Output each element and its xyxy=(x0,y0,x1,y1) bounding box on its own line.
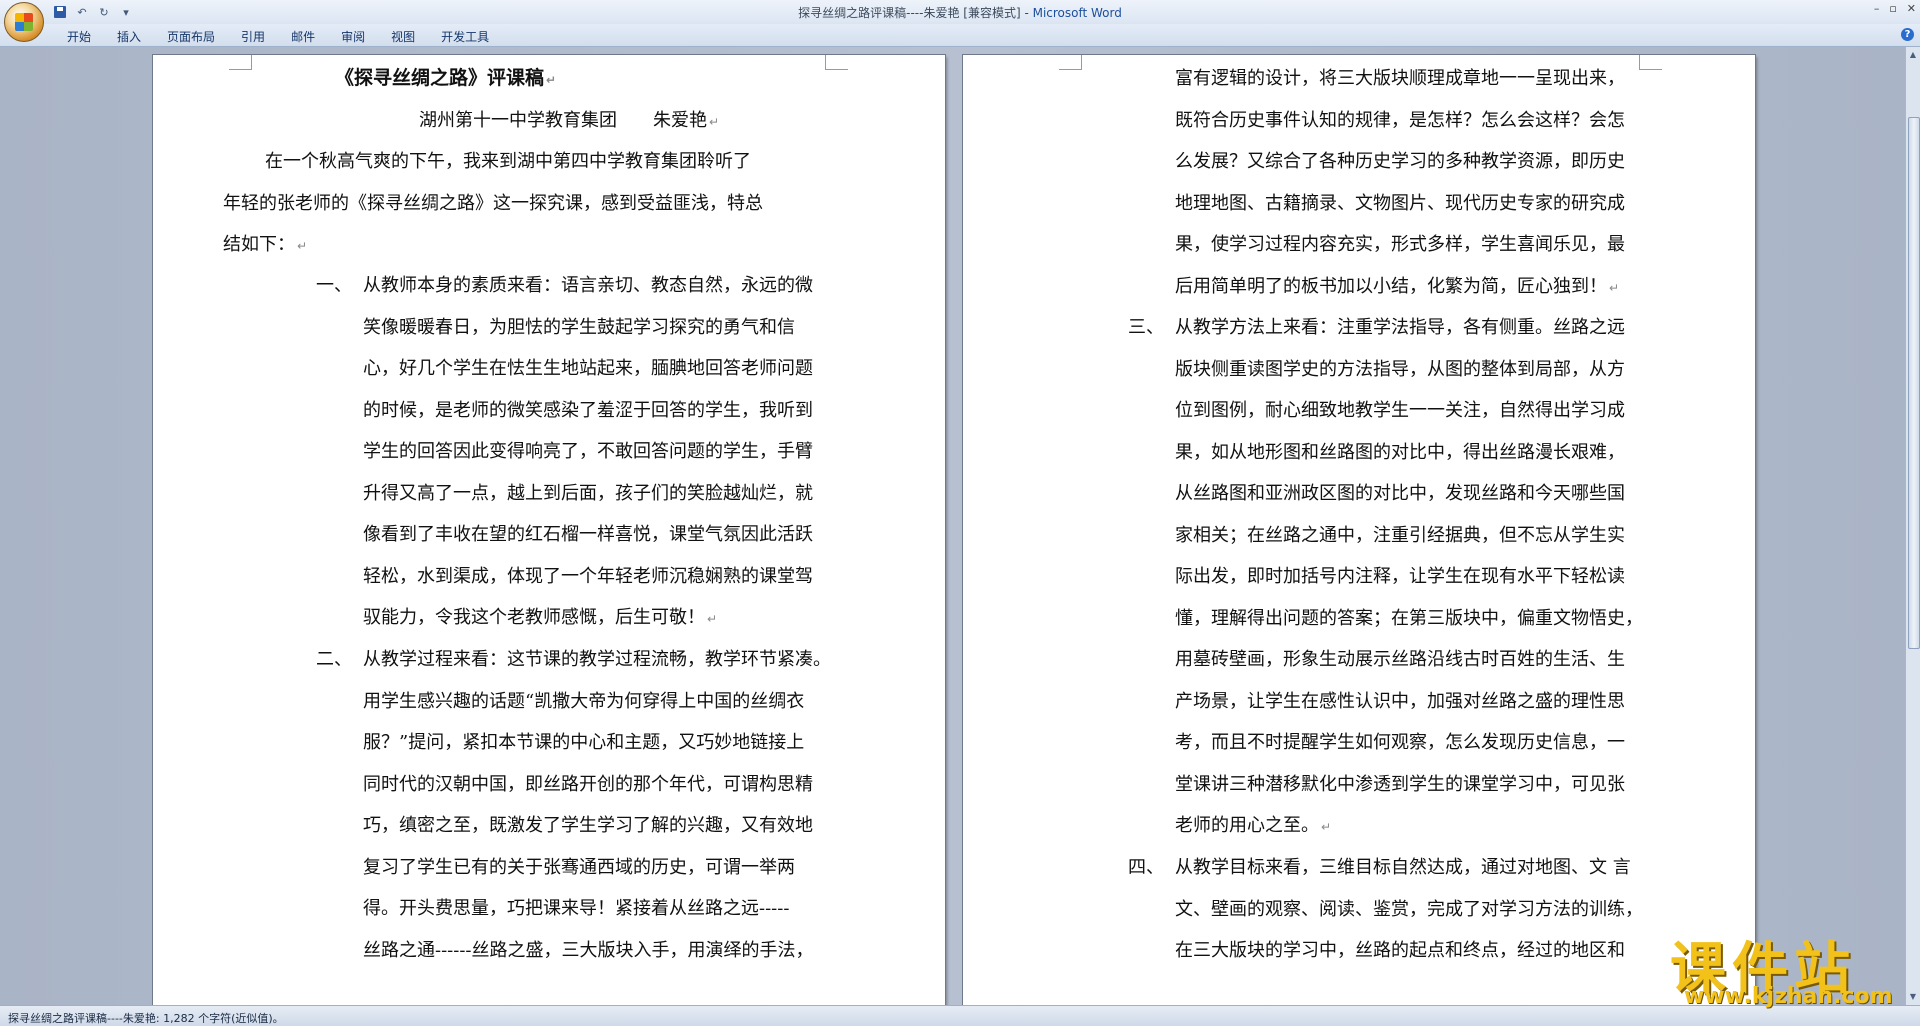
watermark-url: www.kjzhan.com xyxy=(1684,984,1893,1009)
text-line: 果，如从地形图和丝路图的对比中，得出丝路漫长艰难， xyxy=(1175,441,1625,463)
text-line: 堂课讲三种潜移默化中渗透到学生的课堂学习中，可见张 xyxy=(1175,773,1625,795)
document-title: 探寻丝绸之路评课稿----朱爱艳 [兼容模式] - xyxy=(798,6,1033,20)
window-title: 探寻丝绸之路评课稿----朱爱艳 [兼容模式] - Microsoft Word xyxy=(0,4,1920,21)
margin-corner-mark xyxy=(1059,55,1082,70)
status-word-count[interactable]: 探寻丝绸之路评课稿----朱爱艳: 1,282 个字符(近似值)。 xyxy=(8,1010,284,1026)
text-line: 富有逻辑的设计，将三大版块顺理成章地一一呈现出来， xyxy=(1175,68,1625,89)
vertical-scrollbar[interactable]: ▲ ▼ xyxy=(1905,47,1920,1005)
site-watermark: 课件站 www.kjzhan.com xyxy=(1670,924,1900,1009)
text-line: 同时代的汉朝中国，即丝路开创的那个年代，可谓构思精 xyxy=(363,773,813,795)
restore-button[interactable]: ▫ xyxy=(1889,2,1896,15)
text-line: 从教学目标来看，三维目标自然达成，通过对地图、文 言 xyxy=(1175,857,1631,878)
minimize-button[interactable]: – xyxy=(1874,2,1880,15)
text-line: 从教学过程来看：这节课的教学过程流畅，教学环节紧凑。 xyxy=(363,649,831,670)
page-left[interactable]: 《探寻丝绸之路》评课稿 ↵ 湖州第十一中学教育集团 朱爱艳 ↵ 在一个秋高气爽的下午… xyxy=(153,55,945,1005)
text-line: 用墓砖壁画，形象生动展示丝路沿线古时百姓的生活、生 xyxy=(1175,649,1625,670)
tab-review[interactable]: 审阅 xyxy=(328,28,378,45)
text-line: 懂，理解得出问题的答案；在第三版块中，偏重文物悟史， xyxy=(1175,607,1643,629)
text-line: 从丝路图和亚洲政区图的对比中，发现丝路和今天哪些国 xyxy=(1175,483,1625,504)
window-controls: – ▫ ✕ xyxy=(1874,2,1916,15)
ribbon-tab-bar: 开始 插入 页面布局 引用 邮件 审阅 视图 开发工具 ? xyxy=(0,24,1920,47)
list-number: 二、 xyxy=(316,649,352,670)
text-line: 丝路之通------丝路之盛，三大版块入手，用演绎的手法， xyxy=(363,939,814,961)
text-line: 从教学方法上来看：注重学法指导，各有侧重。丝路之远 xyxy=(1175,317,1625,338)
text-line: 像看到了丰收在望的红石榴一样喜悦，课堂气氛因此活跃 xyxy=(363,524,813,545)
help-button[interactable]: ? xyxy=(1901,28,1914,41)
text-line: 果，使学习过程内容充实，形式多样，学生喜闻乐见，最 xyxy=(1175,234,1625,255)
text-line: 服？”提问，紧扣本节课的中心和主题，又巧妙地链接上 xyxy=(363,732,805,753)
scroll-thumb[interactable] xyxy=(1908,117,1920,649)
text-line: 的时候，是老师的微笑感染了羞涩于回答的学生，我听到 xyxy=(363,399,813,421)
office-button[interactable] xyxy=(4,2,44,42)
text-line: 家相关；在丝路之通中，注重引经据典，但不忘从学生实 xyxy=(1175,524,1625,546)
office-logo-icon xyxy=(15,13,33,31)
text-line: 产场景，让学生在感性认识中，加强对丝路之盛的理性思 xyxy=(1175,690,1625,712)
text-line: 升得又高了一点，越上到后面，孩子们的笑脸越灿烂，就 xyxy=(363,482,813,504)
text-line: 得。开头费思量，巧把课来导！紧接着从丝路之远----- xyxy=(363,898,790,919)
tab-developer[interactable]: 开发工具 xyxy=(428,28,502,45)
text-line: 驭能力，令我这个老教师感慨，后生可敬！ ↵ xyxy=(363,607,718,628)
intro-line: 在一个秋高气爽的下午，我来到湖中第四中学教育集团聆听了 xyxy=(265,151,751,172)
margin-corner-mark xyxy=(825,55,848,70)
list-item-4: 从教学目标来看，三维目标自然达成，通过对地图、文 言 文、壁画的观察、阅读、鉴赏… xyxy=(1175,847,1655,972)
list-number: 一、 xyxy=(316,275,352,296)
text-line: 后用简单明了的板书加以小结，化繁为简，匠心独到！ ↵ xyxy=(1175,275,1620,297)
list-item-3: 从教学方法上来看：注重学法指导，各有侧重。丝路之远 版块侧重读图学史的方法指导，… xyxy=(1175,307,1655,847)
document-title-line: 《探寻丝绸之路》评课稿 ↵ xyxy=(335,67,557,89)
text-line: 考，而且不时提醒学生如何观察，怎么发现历史信息，一 xyxy=(1175,732,1625,753)
intro-line: 结如下： ↵ xyxy=(223,234,308,255)
tab-references[interactable]: 引用 xyxy=(228,28,278,45)
text-line: 学生的回答因此变得响亮了，不敢回答问题的学生，手臂 xyxy=(363,441,813,462)
tab-mailings[interactable]: 邮件 xyxy=(278,28,328,45)
text-line: 版块侧重读图学史的方法指导，从图的整体到局部，从方 xyxy=(1175,358,1625,380)
intro-line: 年轻的张老师的《探寻丝绸之路》这一探究课，感到受益匪浅，特总 xyxy=(223,192,763,214)
app-name: Microsoft Word xyxy=(1032,6,1122,20)
text-line: 心，好几个学生在怯生生地站起来，腼腆地回答老师问题 xyxy=(363,358,813,379)
list-item-1: 从教师本身的素质来看：语言亲切、教态自然，永远的微 笑像暖暖春日，为胆怯的学生鼓… xyxy=(363,265,833,639)
tab-home[interactable]: 开始 xyxy=(54,28,104,45)
text-line: 复习了学生已有的关于张骞通西域的历史，可谓一举两 xyxy=(363,856,795,878)
scroll-up-button[interactable]: ▲ xyxy=(1907,49,1919,61)
status-bar: 探寻丝绸之路评课稿----朱爱艳: 1,282 个字符(近似值)。 xyxy=(0,1005,1920,1026)
text-line: 文、壁画的观察、阅读、鉴赏，完成了对学习方法的训练， xyxy=(1175,898,1643,920)
text-line: 么发展？又综合了各种历史学习的多种教学资源，即历史 xyxy=(1175,151,1625,172)
list-number: 三、 xyxy=(1128,317,1164,338)
title-bar: ↶ ↻ ▾ 探寻丝绸之路评课稿----朱爱艳 [兼容模式] - Microsof… xyxy=(0,0,1920,42)
document-area[interactable]: 《探寻丝绸之路》评课稿 ↵ 湖州第十一中学教育集团 朱爱艳 ↵ 在一个秋高气爽的下午… xyxy=(0,47,1906,1005)
list-number: 四、 xyxy=(1128,857,1164,878)
author-line: 湖州第十一中学教育集团 朱爱艳 ↵ xyxy=(419,109,720,131)
text-line: 地理地图、古籍摘录、文物图片、现代历史专家的研究成 xyxy=(1175,192,1625,214)
text-line: 巧，缜密之至，既激发了学生学习了解的兴趣，又有效地 xyxy=(363,815,813,836)
text-line: 轻松，水到渠成，体现了一个年轻老师沉稳娴熟的课堂驾 xyxy=(363,565,813,587)
text-line: 笑像暖暖春日，为胆怯的学生鼓起学习探究的勇气和信 xyxy=(363,316,795,338)
tab-insert[interactable]: 插入 xyxy=(104,28,154,45)
tab-view[interactable]: 视图 xyxy=(378,28,428,45)
list-item-2: 从教学过程来看：这节课的教学过程流畅，教学环节紧凑。 用学生感兴趣的话题“凯撒大… xyxy=(363,639,843,971)
text-line: 位到图例，耐心细致地教学生一一关注，自然得出学习成 xyxy=(1175,400,1625,421)
close-button[interactable]: ✕ xyxy=(1907,2,1916,15)
scroll-down-button[interactable]: ▼ xyxy=(1907,991,1919,1003)
text-line: 在三大版块的学习中，丝路的起点和终点，经过的地区和 xyxy=(1175,940,1625,961)
text-line: 从教师本身的素质来看：语言亲切、教态自然，永远的微 xyxy=(363,275,813,296)
tab-page-layout[interactable]: 页面布局 xyxy=(154,28,228,45)
text-line: 用学生感兴趣的话题“凯撒大帝为何穿得上中国的丝绸衣 xyxy=(363,690,805,712)
continued-paragraph: 富有逻辑的设计，将三大版块顺理成章地一一呈现出来， 既符合历史事件认知的规律，是… xyxy=(1175,58,1655,307)
page-right[interactable]: 富有逻辑的设计，将三大版块顺理成章地一一呈现出来， 既符合历史事件认知的规律，是… xyxy=(963,55,1755,1005)
text-line: 际出发，即时加括号内注释，让学生在现有水平下轻松读 xyxy=(1175,566,1625,587)
text-line: 老师的用心之至。 ↵ xyxy=(1175,815,1332,836)
text-line: 既符合历史事件认知的规律，是怎样？怎么会这样？会怎 xyxy=(1175,109,1625,131)
